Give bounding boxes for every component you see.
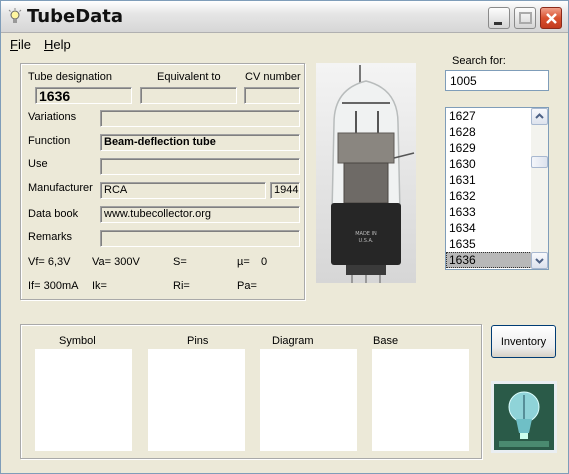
search-label: Search for: xyxy=(452,55,506,67)
va-value: Va= 300V xyxy=(92,256,140,268)
lightbulb-icon xyxy=(7,8,23,26)
remarks-field[interactable] xyxy=(100,230,300,247)
vf-value: Vf= 6,3V xyxy=(28,256,71,268)
list-scrollbar[interactable] xyxy=(531,108,548,269)
inventory-button[interactable]: Inventory xyxy=(491,325,556,358)
arrow-up-icon xyxy=(535,113,544,119)
scroll-up-button[interactable] xyxy=(531,108,548,125)
diagram-label: Diagram xyxy=(272,335,314,347)
minimize-button[interactable] xyxy=(488,7,510,29)
remarks-label: Remarks xyxy=(28,231,73,243)
designation-label: Tube designation xyxy=(28,71,112,83)
mu-label: µ= xyxy=(237,256,250,268)
variations-field[interactable] xyxy=(100,110,300,127)
svg-text:U.S.A.: U.S.A. xyxy=(359,238,374,244)
list-item[interactable]: 1632 xyxy=(446,188,532,204)
symbol-label: Symbol xyxy=(59,335,96,347)
equivalent-field[interactable] xyxy=(140,87,237,104)
title-bar[interactable]: TubeData xyxy=(1,1,568,33)
menu-file[interactable]: File xyxy=(10,37,31,52)
scroll-down-button[interactable] xyxy=(531,252,548,269)
manufacturer-field[interactable]: RCA xyxy=(100,182,266,199)
s-value: S= xyxy=(173,256,187,268)
equivalent-label: Equivalent to xyxy=(157,71,221,83)
arrow-down-icon xyxy=(535,258,544,264)
cv-number-label: CV number xyxy=(245,71,301,83)
mu-value: 0 xyxy=(261,256,268,268)
tube-listbox[interactable]: 1627 1628 1629 1630 1631 1632 1633 1634 1635 1636 xyxy=(445,107,549,270)
pa-value: Pa= xyxy=(237,280,257,292)
function-field[interactable]: Beam-deflection tube xyxy=(100,134,300,151)
list-item[interactable]: 1635 xyxy=(446,236,532,252)
ri-value: Ri= xyxy=(173,280,190,292)
svg-text:MADE IN: MADE IN xyxy=(355,231,377,237)
maximize-icon xyxy=(519,12,532,24)
data-book-field[interactable]: www.tubecollector.org xyxy=(100,206,300,223)
use-field[interactable] xyxy=(100,158,300,175)
list-item[interactable]: 1633 xyxy=(446,204,532,220)
base-image xyxy=(372,349,469,451)
function-label: Function xyxy=(28,135,71,147)
list-item[interactable]: 1629 xyxy=(446,140,532,156)
if-value: If= 300mA xyxy=(28,280,79,292)
symbol-image xyxy=(35,349,132,451)
designation-field[interactable]: 1636 xyxy=(35,87,132,104)
cv-number-field[interactable] xyxy=(244,87,300,104)
app-logo xyxy=(491,381,557,453)
menu-bar: File Help xyxy=(1,34,568,54)
use-label: Use xyxy=(28,158,48,170)
manufacturer-label: Manufacturer xyxy=(28,182,93,194)
ik-value: Ik= xyxy=(92,280,107,292)
year-field[interactable]: 1944 xyxy=(270,182,300,199)
base-label: Base xyxy=(373,335,399,347)
list-item[interactable]: 1628 xyxy=(446,124,532,140)
pins-image xyxy=(148,349,245,451)
scroll-thumb[interactable] xyxy=(531,156,548,168)
maximize-button[interactable] xyxy=(514,7,536,29)
menu-help[interactable]: Help xyxy=(44,37,71,52)
close-icon xyxy=(546,13,557,24)
list-item[interactable]: 1636 xyxy=(446,252,532,268)
search-input[interactable] xyxy=(445,70,549,91)
list-item[interactable]: 1627 xyxy=(446,108,532,124)
variations-label: Variations xyxy=(28,111,77,123)
list-item[interactable]: 1631 xyxy=(446,172,532,188)
list-item[interactable]: 1634 xyxy=(446,220,532,236)
app-window: TubeData File Help Tube designation Equi… xyxy=(0,0,569,474)
close-button[interactable] xyxy=(540,7,562,29)
data-book-label: Data book xyxy=(28,208,79,220)
minimize-icon xyxy=(494,22,502,25)
pins-label: Pins xyxy=(187,335,209,347)
diagram-image xyxy=(260,349,357,451)
list-item[interactable]: 1630 xyxy=(446,156,532,172)
tube-photo: MADE IN U.S.A. xyxy=(316,63,416,283)
window-title: TubeData xyxy=(27,6,124,27)
